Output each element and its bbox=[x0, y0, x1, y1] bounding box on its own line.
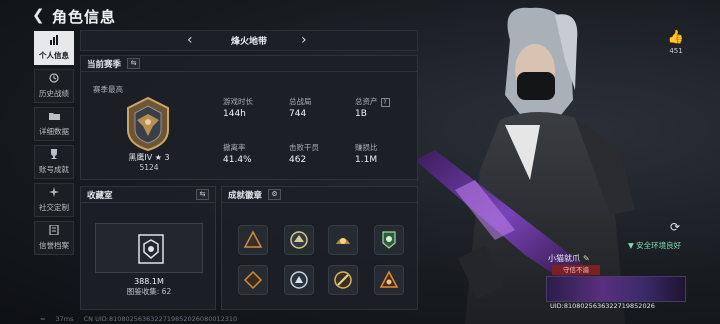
like-widget: 👍 451 bbox=[664, 30, 688, 55]
achievement-badge[interactable] bbox=[284, 225, 314, 255]
vault-panel: 收藏室 ⇆ 388.1M 图鉴收集: 62 bbox=[80, 186, 216, 310]
edit-icon[interactable]: ✎ bbox=[583, 254, 590, 263]
player-tag: 守信不渝 bbox=[552, 265, 600, 275]
stat-label: 赚损比 bbox=[355, 143, 378, 152]
gear-icon[interactable]: ⚙ bbox=[268, 189, 282, 200]
season-subtitle: 赛季最高 bbox=[93, 85, 123, 94]
vault-value: 388.1M bbox=[134, 277, 164, 286]
nav-item-label: 个人信息 bbox=[39, 51, 69, 60]
trophy-icon bbox=[49, 149, 59, 162]
season-panel-header: 当前赛季 ⇆ bbox=[81, 56, 417, 72]
footer: ≈ 37ms CN UID:81080256363227198520260800… bbox=[40, 315, 245, 323]
stat-label: 击败干员 bbox=[289, 143, 319, 152]
nav-item-label: 信誉档案 bbox=[39, 241, 69, 250]
top-bar: ❮ 角色信息 bbox=[0, 0, 720, 30]
rank-emblem-icon bbox=[127, 96, 169, 152]
achievement-badge[interactable] bbox=[374, 225, 404, 255]
shield-icon: ▼ bbox=[628, 241, 634, 250]
nav-item-label: 账号成就 bbox=[39, 165, 69, 174]
stat-label: 总战局 bbox=[289, 97, 312, 106]
like-count: 451 bbox=[669, 47, 683, 55]
map-selector: ‹ 烽火地带 › bbox=[80, 30, 418, 51]
side-nav: 个人信息 历史战绩 详细数据 账号成就 社交定制 信誉档案 bbox=[34, 31, 74, 255]
vault-icon bbox=[138, 234, 164, 264]
map-name: 烽火地带 bbox=[230, 37, 267, 47]
map-next-button[interactable]: › bbox=[301, 32, 307, 48]
rank-name: 黑鹰IV ★ 3 bbox=[128, 153, 170, 162]
achievement-badge[interactable] bbox=[328, 225, 358, 255]
season-title: 当前赛季 bbox=[87, 59, 122, 70]
history-icon bbox=[49, 73, 59, 86]
page-title: 角色信息 bbox=[52, 8, 117, 26]
stat-label-text: 总资产 bbox=[355, 97, 378, 106]
achievement-badge[interactable] bbox=[238, 265, 268, 295]
stat-value: 744 bbox=[289, 109, 307, 119]
stat-value: 41.4% bbox=[223, 155, 252, 165]
back-button[interactable]: ❮ bbox=[32, 7, 46, 23]
banner-uid: UID:8108025636322719852026 bbox=[550, 302, 655, 310]
nav-item-personal-info[interactable]: 个人信息 bbox=[34, 31, 74, 65]
chevron-left-icon: ❮ bbox=[32, 6, 45, 24]
achievement-badge[interactable] bbox=[238, 225, 268, 255]
uid-text: CN UID:8108025636322719852026080012310 bbox=[83, 315, 238, 323]
stat-label-with-help: 总资产? bbox=[355, 96, 390, 107]
achievement-badge[interactable] bbox=[374, 265, 404, 295]
environment-status-text: 安全环境良好 bbox=[636, 241, 682, 250]
achievements-panel-header: 成就徽章 ⚙ bbox=[222, 187, 417, 203]
nav-item-label: 历史战绩 bbox=[39, 89, 69, 98]
chevron-left-icon: ‹ bbox=[187, 32, 193, 48]
achievements-title: 成就徽章 bbox=[228, 190, 263, 201]
bar-chart-icon bbox=[49, 35, 59, 48]
custom-icon bbox=[49, 187, 59, 200]
thumbs-up-icon[interactable]: 👍 bbox=[664, 30, 688, 45]
swap-icon[interactable]: ⇆ bbox=[196, 189, 209, 200]
vault-preview[interactable] bbox=[95, 223, 203, 273]
folder-icon bbox=[48, 111, 60, 124]
help-icon[interactable]: ? bbox=[380, 97, 390, 107]
stat-label: 撤离率 bbox=[223, 143, 246, 152]
map-prev-button[interactable]: ‹ bbox=[187, 32, 193, 48]
chevron-right-icon: › bbox=[301, 32, 307, 48]
vault-collection-count: 图鉴收集: 62 bbox=[126, 287, 172, 296]
achievements-panel: 成就徽章 ⚙ bbox=[221, 186, 418, 310]
stat-value: 144h bbox=[223, 109, 246, 119]
archive-icon bbox=[49, 224, 59, 238]
nav-item-details[interactable]: 详细数据 bbox=[34, 107, 74, 141]
ping-value: 37ms bbox=[55, 315, 74, 323]
stat-value: 1B bbox=[355, 109, 367, 119]
player-name-text: 小猫就爪 bbox=[548, 254, 580, 263]
refresh-icon[interactable]: ⟳ bbox=[670, 220, 684, 234]
nav-item-label: 详细数据 bbox=[39, 127, 69, 136]
achievement-badge[interactable] bbox=[284, 265, 314, 295]
player-name: 小猫就爪 ✎ bbox=[548, 253, 590, 264]
rank-score: 5124 bbox=[139, 163, 159, 172]
player-banner[interactable] bbox=[546, 276, 686, 302]
environment-status: ▼ 安全环境良好 bbox=[628, 240, 681, 251]
wifi-icon: ≈ bbox=[40, 315, 46, 323]
achievement-badge[interactable] bbox=[328, 265, 358, 295]
stat-label: 游戏时长 bbox=[223, 97, 253, 106]
stat-value: 462 bbox=[289, 155, 307, 165]
nav-item-history[interactable]: 历史战绩 bbox=[34, 69, 74, 103]
stat-value: 1.1M bbox=[355, 155, 378, 165]
nav-item-social-custom[interactable]: 社交定制 bbox=[34, 183, 74, 217]
nav-item-reputation[interactable]: 信誉档案 bbox=[34, 221, 74, 255]
vault-panel-header: 收藏室 ⇆ bbox=[81, 187, 215, 203]
nav-item-label: 社交定制 bbox=[39, 203, 69, 212]
swap-icon[interactable]: ⇆ bbox=[127, 58, 141, 69]
vault-title: 收藏室 bbox=[87, 190, 113, 201]
season-panel: 当前赛季 ⇆ 赛季最高 黑鹰IV ★ 3 5124 游戏时长 144h 总战局 … bbox=[80, 55, 418, 180]
nav-item-achievements[interactable]: 账号成就 bbox=[34, 145, 74, 179]
